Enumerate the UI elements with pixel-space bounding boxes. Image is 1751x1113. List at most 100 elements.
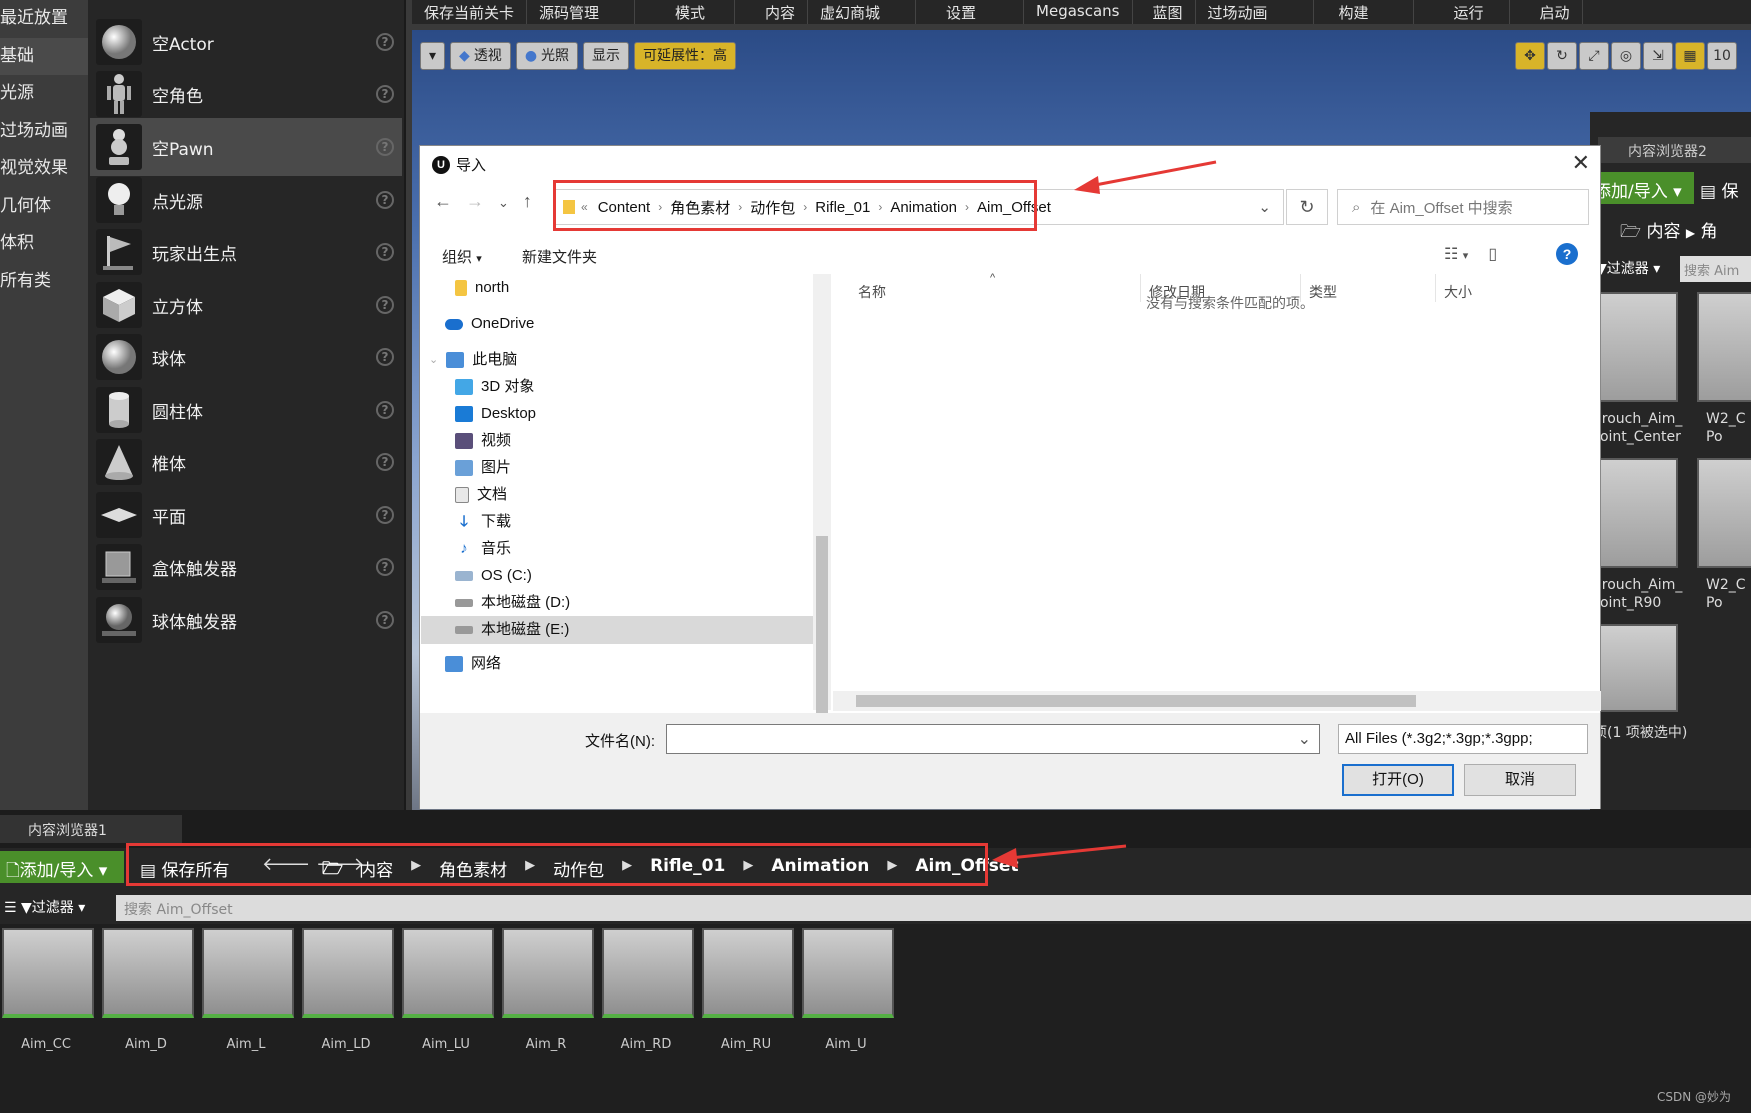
breadcrumb-item[interactable]: 角 (1701, 222, 1718, 242)
menu-save-level[interactable]: 保存当前关卡 (412, 0, 528, 24)
anim-thumbnail[interactable] (702, 928, 794, 1018)
file-list[interactable] (833, 274, 1601, 712)
search-input[interactable]: 搜索 Aim (1680, 256, 1751, 282)
breadcrumb-item[interactable]: 内容 (1647, 222, 1681, 242)
open-button[interactable]: 打开(O) (1342, 764, 1454, 796)
file-type-select[interactable]: All Files (*.3g2;*.3gp;*.3gpp; (1338, 724, 1588, 754)
asset-cube[interactable]: 立方体 ? (90, 276, 402, 334)
save-all-button[interactable]: ▤ 保 (1700, 172, 1738, 202)
anim-thumbnail[interactable] (2, 928, 94, 1018)
asset-thumbnail[interactable] (1592, 292, 1678, 402)
nav-item-network[interactable]: 网络 (445, 650, 501, 678)
menu-marketplace[interactable]: 虚幻商城 (808, 0, 917, 24)
asset-thumbnail[interactable] (1697, 292, 1751, 402)
anim-thumbnail[interactable] (602, 928, 694, 1018)
file-list-scrollbar-thumb[interactable] (856, 695, 1416, 707)
asset-plane[interactable]: 平面 ? (90, 486, 402, 544)
nav-item-desktop[interactable]: Desktop (455, 400, 536, 428)
cancel-button[interactable]: 取消 (1464, 764, 1576, 796)
refresh-icon[interactable]: ↻ (1286, 189, 1328, 225)
menu-content[interactable]: 内容 (735, 0, 809, 24)
viewport-options-button[interactable]: ▾ (420, 42, 446, 70)
anim-thumbnail[interactable] (302, 928, 394, 1018)
nav-item-pictures[interactable]: 图片 (455, 454, 511, 482)
help-icon[interactable]: ? (376, 33, 394, 51)
category-cinematic[interactable]: 过场动画 (0, 113, 88, 151)
help-icon[interactable]: ? (376, 558, 394, 576)
category-geometry[interactable]: 几何体 (0, 188, 88, 226)
search-input[interactable]: 搜索 Aim_Offset (116, 895, 1751, 921)
nav-item-documents[interactable]: 文档 (455, 481, 507, 509)
chevron-down-icon[interactable]: ⌄ (1258, 198, 1271, 216)
nav-item-north[interactable]: north (455, 274, 509, 302)
category-volumes[interactable]: 体积 (0, 225, 88, 263)
asset-empty-character[interactable]: 空角色 ? (90, 65, 402, 123)
asset-thumbnail[interactable] (1592, 624, 1678, 712)
search-input[interactable]: ⌕ 在 Aim_Offset 中搜索 (1337, 189, 1589, 225)
menu-settings[interactable]: 设置 (916, 0, 1025, 24)
category-basic[interactable]: 基础 (0, 37, 88, 75)
content-browser-2-tab[interactable]: 内容浏览器2 (1598, 137, 1751, 163)
asset-empty-actor[interactable]: 空Actor ? (90, 13, 402, 71)
anim-thumbnail[interactable] (202, 928, 294, 1018)
asset-thumbnail[interactable] (1592, 458, 1678, 568)
menu-modes[interactable]: 模式 (635, 0, 736, 24)
anim-thumbnail[interactable] (102, 928, 194, 1018)
new-folder-button[interactable]: 新建文件夹 (522, 246, 597, 267)
anim-thumbnail[interactable] (802, 928, 894, 1018)
add-import-button[interactable]: 🗋添加/导入 ▾ (0, 851, 124, 883)
asset-empty-pawn[interactable]: 空Pawn ? (90, 118, 402, 176)
help-icon[interactable]: ? (376, 85, 394, 103)
nav-item-music[interactable]: ♪ 音乐 (455, 535, 511, 563)
help-icon[interactable]: ? (376, 296, 394, 314)
rotate-icon[interactable]: ↻ (1547, 42, 1577, 70)
chevron-down-icon[interactable]: ⌄ (498, 191, 509, 212)
help-icon[interactable]: ? (376, 453, 394, 471)
menu-source-control[interactable]: 源码管理 (527, 0, 636, 24)
nav-item-videos[interactable]: 视频 (455, 427, 511, 455)
nav-item-downloads[interactable]: 🡓 下载 (455, 508, 511, 536)
asset-cylinder[interactable]: 圆柱体 ? (90, 381, 402, 439)
forward-arrow-icon[interactable]: → (466, 191, 484, 212)
asset-cone[interactable]: 椎体 ? (90, 433, 402, 491)
asset-sphere[interactable]: 球体 ? (90, 328, 402, 386)
nav-item-3d-objects[interactable]: 3D 对象 (455, 373, 534, 401)
snap-surface-icon[interactable]: ⇲ (1643, 42, 1673, 70)
move-icon[interactable]: ✥ (1515, 42, 1545, 70)
grid-snap-icon[interactable]: ▦ (1675, 42, 1705, 70)
nav-item-onedrive[interactable]: OneDrive (445, 310, 534, 338)
asset-player-start[interactable]: 玩家出生点 ? (90, 223, 402, 281)
category-lights[interactable]: 光源 (0, 75, 88, 113)
asset-sphere-trigger[interactable]: 球体触发器 ? (90, 591, 402, 649)
preview-pane-icon[interactable]: ▯ (1488, 244, 1497, 264)
up-arrow-icon[interactable]: ↑ (523, 191, 532, 212)
help-icon[interactable]: ? (376, 138, 394, 156)
menu-play[interactable]: 运行 (1414, 0, 1510, 24)
filter-button[interactable]: ▼过滤器 ▾ (1596, 258, 1660, 278)
help-icon[interactable]: ? (1556, 243, 1578, 265)
show-button[interactable]: 显示 (583, 42, 630, 70)
asset-box-trigger[interactable]: 盒体触发器 ? (90, 538, 402, 596)
help-icon[interactable]: ? (376, 348, 394, 366)
nav-item-disk-d[interactable]: 本地磁盘 (D:) (455, 589, 570, 617)
filename-input[interactable]: ⌄ (666, 724, 1320, 754)
perspective-button[interactable]: ◆ 透视 (450, 42, 511, 70)
add-import-button[interactable]: 添加/导入 ▾ (1590, 172, 1694, 204)
scale-icon[interactable]: ⤢ (1579, 42, 1609, 70)
asset-thumbnail[interactable] (1697, 458, 1751, 568)
world-icon[interactable]: ◎ (1611, 42, 1641, 70)
nav-item-this-pc[interactable]: ⌄ 此电脑 (429, 346, 517, 374)
help-icon[interactable]: ? (376, 506, 394, 524)
category-recent[interactable]: 最近放置 (0, 0, 88, 38)
nav-item-disk-e[interactable]: 本地磁盘 (E:) (421, 616, 813, 644)
lit-button[interactable]: ● 光照 (515, 42, 579, 70)
back-arrow-icon[interactable]: ← (434, 191, 452, 212)
content-browser-1-tab[interactable]: 内容浏览器1 (0, 815, 182, 843)
nav-item-os-c[interactable]: OS (C:) (455, 562, 532, 590)
menu-launch[interactable]: 启动 (1510, 0, 1583, 24)
asset-point-light[interactable]: 点光源 ? (90, 171, 402, 229)
anim-thumbnail[interactable] (402, 928, 494, 1018)
anim-thumbnail[interactable] (502, 928, 594, 1018)
filter-button[interactable]: ☰ ▼过滤器 ▾ (4, 897, 85, 917)
help-icon[interactable]: ? (376, 401, 394, 419)
